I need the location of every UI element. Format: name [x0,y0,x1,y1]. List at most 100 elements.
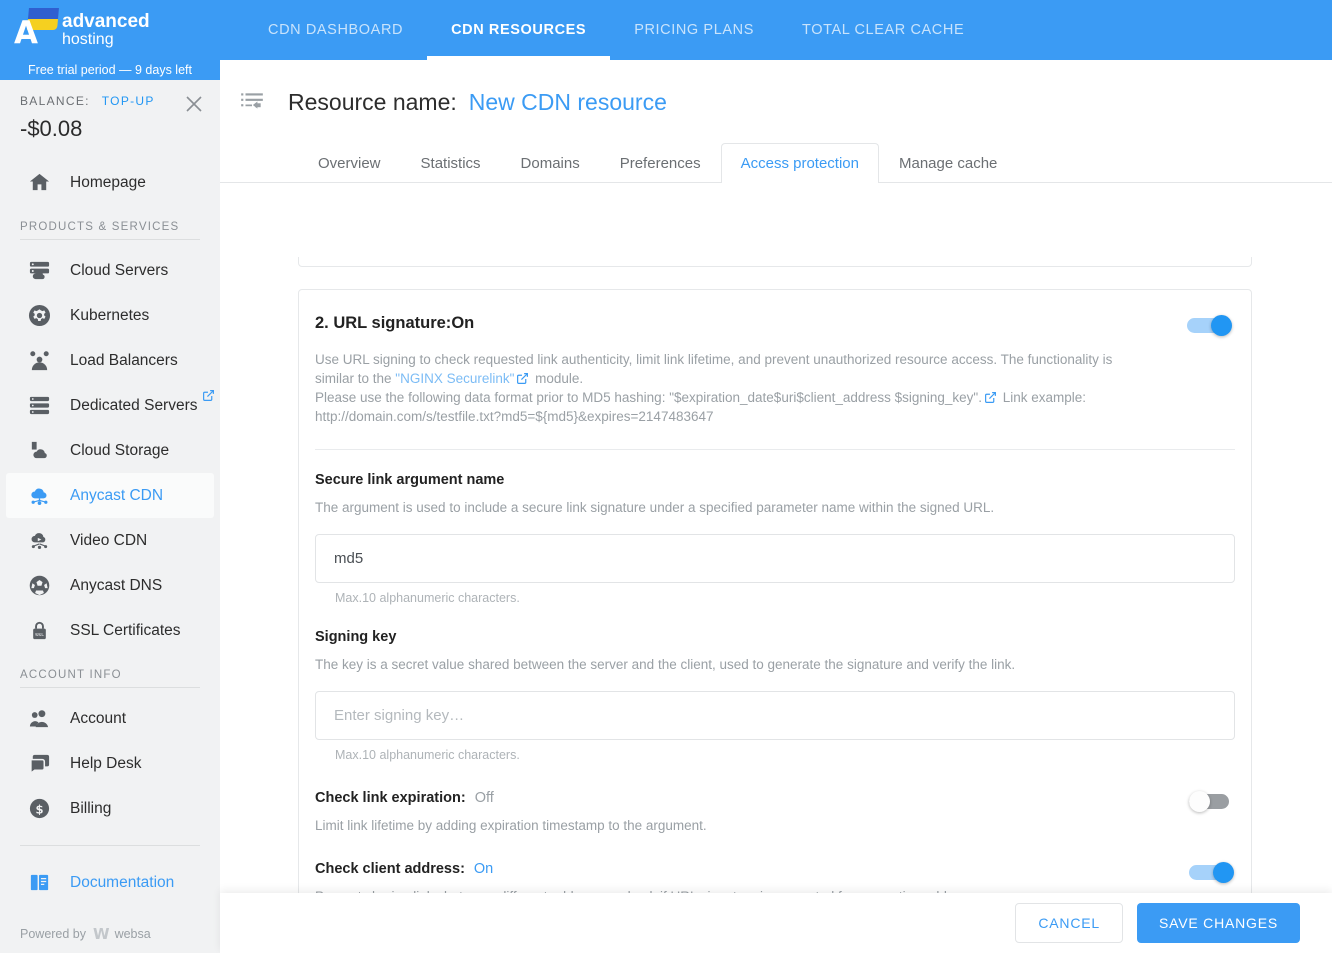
sidebar-item-label: Kubernetes [70,306,150,324]
url-signature-state: On [451,314,475,332]
sidebar-item-label: SSL Certificates [70,621,181,639]
list-collapse-icon[interactable] [238,88,266,116]
check-link-expiration-state: Off [474,789,494,806]
external-link-icon[interactable] [202,389,215,402]
sidebar-item-label: Video CDN [70,531,148,549]
sidebar-item-kubernetes[interactable]: Kubernetes [6,293,214,338]
save-changes-button[interactable]: SAVE CHANGES [1136,903,1300,943]
logo-text: advanced hosting [62,10,150,49]
sidebar-item-cloud-storage[interactable]: Cloud Storage [6,428,214,473]
resource-name-value[interactable]: New CDN resource [469,89,667,116]
topnav-item-cdn-resources[interactable]: CDN RESOURCES [427,0,611,60]
sidebar-item-anycast-cdn[interactable]: Anycast CDN [6,473,214,518]
check-link-expiration-text: Check link expiration: Off Limit link lif… [315,790,707,833]
sidebar-item-video-cdn[interactable]: Video CDN [6,518,214,563]
balance-box: BALANCE: TOP-UP -$0.08 [0,80,220,146]
trial-notice: Free trial period — 9 days left [0,60,220,80]
tab-access-protection[interactable]: Access protection [720,143,879,184]
sidebar-item-homepage[interactable]: Homepage [6,160,214,205]
sidebar-item-label: Cloud Storage [70,441,170,459]
anycast-cdn-icon [26,483,52,509]
url-signature-card: 2. URL signature:On Use URL signing to c… [298,289,1252,913]
tab-manage-cache[interactable]: Manage cache [879,143,1017,183]
sidebar-item-billing[interactable]: $ Billing [6,786,214,831]
check-client-address-label: Check client address: [315,860,465,877]
svg-text:$: $ [35,802,43,816]
sidebar-item-dedicated-servers[interactable]: Dedicated Servers [6,383,214,428]
sidebar-item-label: Documentation [70,873,175,891]
url-signature-title-group: 2. URL signature:On [315,314,474,333]
signing-key-label: Signing key [315,628,397,645]
check-link-expiration-desc: Limit link lifetime by adding expiration… [315,817,707,833]
brand-logo[interactable]: A advanced hosting [0,0,220,60]
balance-label: BALANCE: [20,94,90,108]
sidebar-section-account: ACCOUNT INFO [20,669,122,681]
sidebar-item-ssl-certificates[interactable]: SSL SSL Certificates [6,608,214,653]
powered-by-label: Powered by [20,927,87,941]
tab-domains[interactable]: Domains [501,143,600,183]
logo-mark: A [14,8,59,50]
tab-statistics[interactable]: Statistics [401,143,501,183]
external-link-icon[interactable] [516,371,529,385]
topnav-item-pricing-plans[interactable]: PRICING PLANS [610,0,778,60]
check-link-expiration-row: Check link expiration: Off Limit link lif… [315,762,1235,833]
signing-key-input[interactable] [315,690,1235,740]
balance-row: BALANCE: TOP-UP [20,94,200,108]
tab-overview[interactable]: Overview [298,143,401,183]
check-link-expiration-label-group: Check link expiration: Off [315,790,707,806]
top-up-link[interactable]: TOP-UP [102,94,155,108]
previous-section-card [298,257,1252,267]
cancel-button[interactable]: CANCEL [1015,903,1123,943]
powered-by-brand: websa [114,927,151,941]
sidebar-item-load-balancers[interactable]: Load Balancers [6,338,214,383]
divider [20,687,200,688]
topnav-item-cdn-dashboard[interactable]: CDN DASHBOARD [244,0,427,60]
websa-logo-icon: W [93,925,109,943]
check-client-address-label-group: Check client address: On [315,861,976,877]
sidebar: BALANCE: TOP-UP -$0.08 Homepage PRODUCTS… [0,80,220,953]
desc-line2-part-2: Link example: [998,390,1087,406]
sidebar-item-documentation[interactable]: Documentation [6,860,214,905]
main-content: Resource name: New CDN resource Overview… [220,60,1332,953]
logo-line-2: hosting [62,30,114,48]
video-cdn-icon [26,528,52,554]
url-signature-title: 2. URL signature: [315,314,452,332]
topnav-item-total-clear-cache[interactable]: TOTAL CLEAR CACHE [778,0,988,60]
toggle-knob [1189,790,1210,812]
secure-link-argument-note: Max.10 alphanumeric characters. [335,590,520,605]
signing-key-hint: The key is a secret value shared between… [315,656,1016,672]
url-signature-toggle[interactable] [1187,315,1233,336]
sidebar-item-anycast-dns[interactable]: Anycast DNS [6,563,214,608]
home-icon [26,170,52,196]
secure-link-argument-input[interactable] [315,533,1235,583]
users-icon [26,706,52,732]
close-icon[interactable] [182,92,206,116]
dedicated-server-icon [26,393,52,419]
check-link-expiration-label: Check link expiration: [315,789,466,806]
cloud-storage-icon [26,438,52,464]
nginx-securelink-link[interactable]: "NGINX Securelink" [395,371,514,386]
settings-scroll-area[interactable]: 2. URL signature:On Use URL signing to c… [220,257,1332,913]
anycast-dns-icon [26,573,52,599]
signing-key-note: Max.10 alphanumeric characters. [335,747,520,762]
sidebar-item-cloud-servers[interactable]: Cloud Servers [6,248,214,293]
top-bar: A advanced hosting CDN DASHBOARD CDN RES… [0,0,1332,60]
sidebar-section-products: PRODUCTS & SERVICES [20,221,180,233]
dollar-circle-icon: $ [26,796,52,822]
ssl-lock-icon: SSL [26,618,52,644]
logo-line-1: advanced [62,10,150,32]
toggle-knob [1213,861,1234,883]
sidebar-item-account[interactable]: Account [6,696,214,741]
check-client-address-toggle[interactable] [1189,861,1235,883]
kubernetes-icon [26,303,52,329]
tab-preferences[interactable]: Preferences [600,143,721,183]
check-link-expiration-toggle[interactable] [1189,790,1235,812]
url-signature-header: 2. URL signature:On [315,314,1235,336]
signing-key-block: Signing key The key is a secret value sh… [315,605,1235,762]
sidebar-item-label: Billing [70,799,112,817]
sidebar-item-label: Anycast CDN [70,486,164,504]
sidebar-item-help-desk[interactable]: Help Desk [6,741,214,786]
external-link-icon[interactable] [984,390,997,404]
page-title: Resource name: [288,88,457,115]
url-signature-description: Use URL signing to check requested link … [315,350,1145,427]
